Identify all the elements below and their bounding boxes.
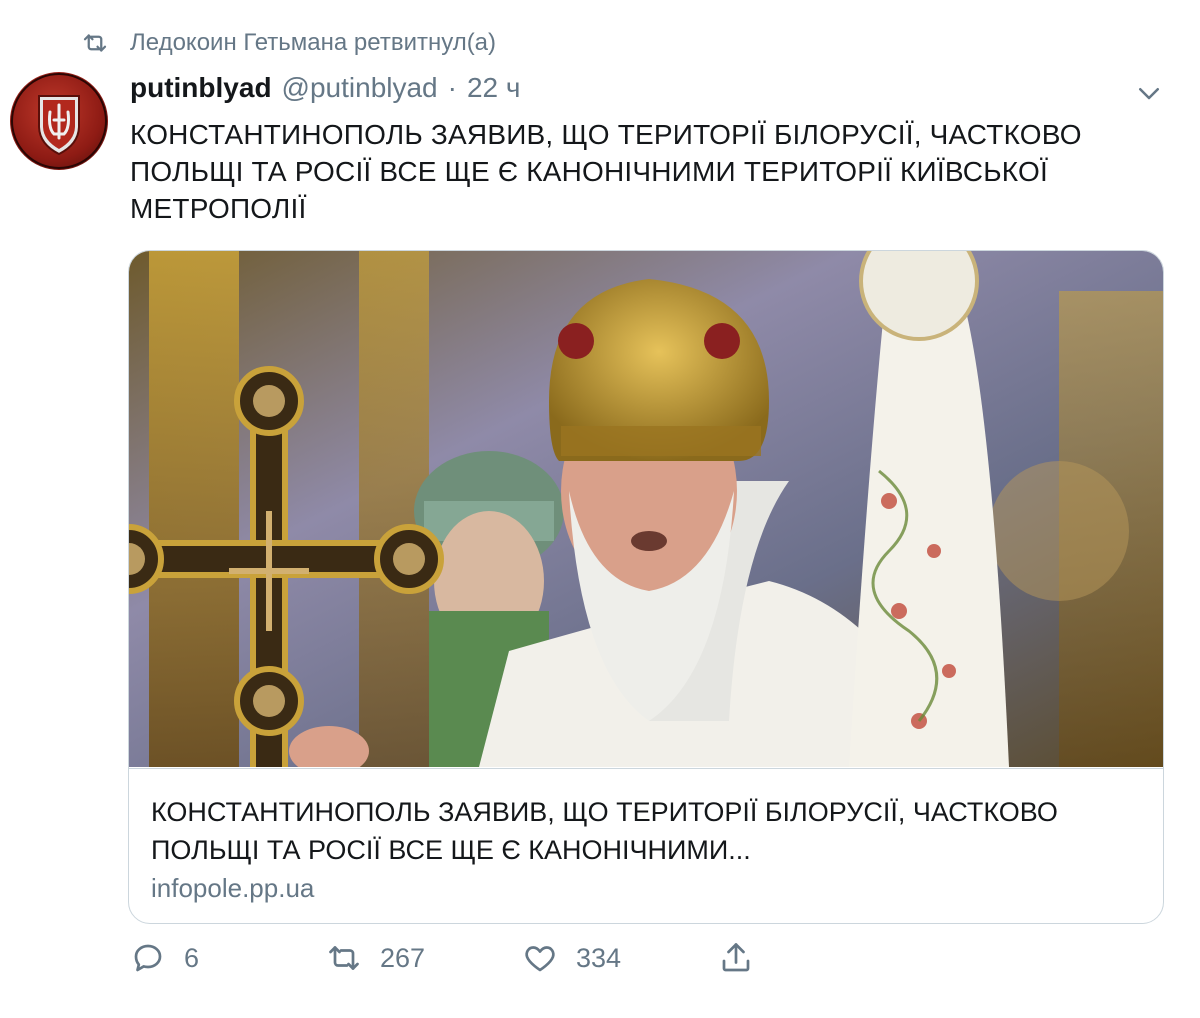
share-button[interactable] [718, 940, 754, 976]
tweet-header: putinblyad @putinblyad · 22 ч [130, 72, 520, 104]
handle[interactable]: @putinblyad [282, 72, 438, 104]
card-domain[interactable]: infopole.pp.ua [151, 873, 314, 904]
retweet-icon [329, 946, 359, 970]
retweet-button[interactable]: 267 [326, 940, 522, 976]
reply-button[interactable]: 6 [130, 940, 326, 976]
patriarch-photo [129, 251, 1163, 767]
card-title[interactable]: КОНСТАНТИНОПОЛЬ ЗАЯВИВ, ЩО ТЕРИТОРІЇ БІЛ… [151, 793, 1141, 869]
retweet-context-text[interactable]: Ледокоин Гетьмана ретвитнул(а) [130, 29, 496, 57]
like-count: 334 [576, 942, 622, 973]
retweet-icon [83, 34, 107, 52]
card-body[interactable]: КОНСТАНТИНОПОЛЬ ЗАЯВИВ, ЩО ТЕРИТОРІЇ БІЛ… [129, 768, 1163, 923]
like-icon [525, 946, 555, 972]
timestamp[interactable]: 22 ч [467, 72, 521, 104]
avatar[interactable] [10, 72, 108, 170]
display-name[interactable]: putinblyad [130, 72, 272, 104]
retweet-count: 267 [380, 942, 426, 973]
retweet-context: Ледокоин Гетьмана ретвитнул(а) [80, 28, 496, 58]
tweet-actions: 6 267 334 [130, 940, 754, 976]
share-icon [722, 943, 750, 972]
card-image[interactable] [129, 251, 1163, 767]
link-card[interactable]: КОНСТАНТИНОПОЛЬ ЗАЯВИВ, ЩО ТЕРИТОРІЇ БІЛ… [128, 250, 1164, 924]
chevron-down-icon[interactable] [1134, 78, 1164, 108]
separator-dot: · [447, 72, 457, 103]
reply-icon [134, 944, 162, 972]
like-button[interactable]: 334 [522, 940, 718, 976]
reply-count: 6 [184, 942, 200, 973]
shield-logo-icon [11, 73, 107, 169]
tweet-text: КОНСТАНТИНОПОЛЬ ЗАЯВИВ, ЩО ТЕРИТОРІЇ БІЛ… [130, 119, 1082, 224]
